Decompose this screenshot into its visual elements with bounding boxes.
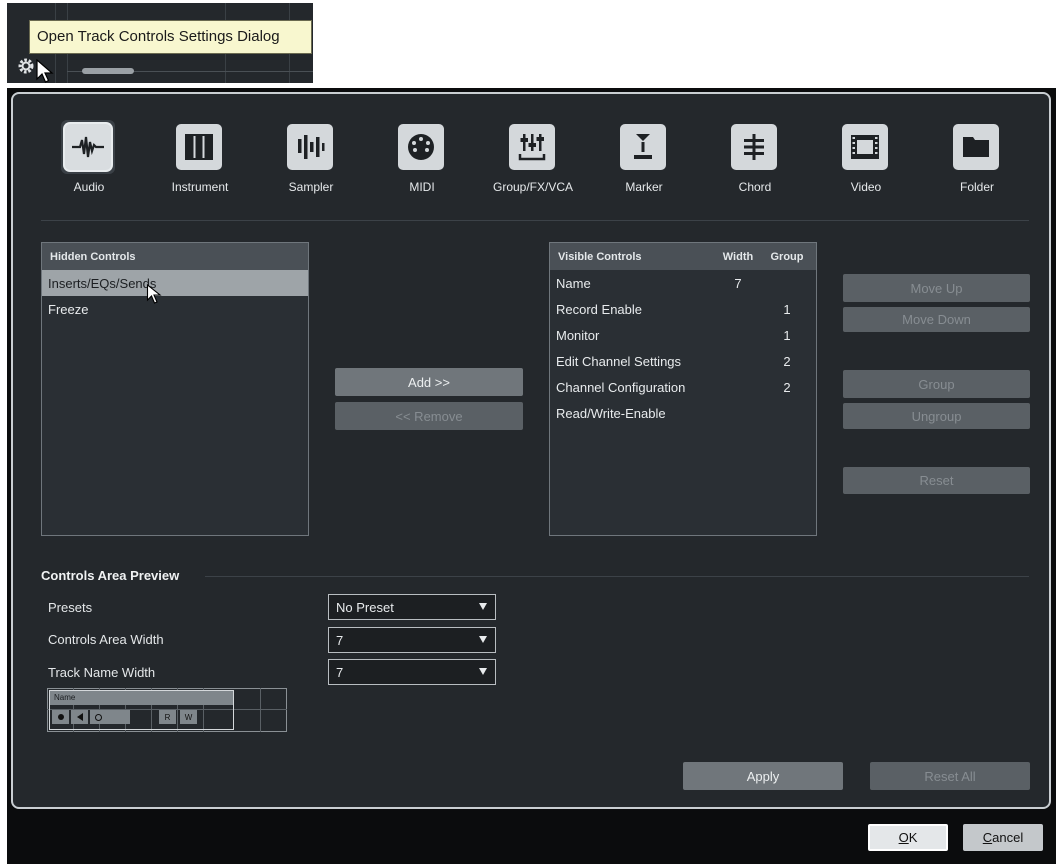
cell-name: Monitor [556, 327, 600, 343]
track-type-label: Instrument [171, 180, 229, 194]
track-type-folder[interactable]: Folder [937, 122, 1017, 202]
preview-section-title: Controls Area Preview [41, 568, 180, 583]
cell-group: 1 [783, 301, 791, 317]
cell-group: 1 [783, 327, 791, 343]
track-list-toolbar: Open Track Controls Settings Dialog [7, 3, 313, 83]
cell-name: Record Enable [556, 301, 642, 317]
table-row[interactable]: Edit Channel Settings 2 [550, 348, 816, 374]
tooltip: Open Track Controls Settings Dialog [29, 20, 312, 54]
reset-all-button[interactable]: Reset All [870, 762, 1030, 790]
move-up-button[interactable]: Move Up [843, 274, 1030, 302]
table-row[interactable]: Read/Write-Enable [550, 400, 816, 426]
track-type-label: Folder [959, 180, 994, 194]
column-header-width: Width [722, 250, 754, 263]
cell-name: Name [556, 275, 591, 291]
track-type-midi[interactable]: MIDI [382, 122, 462, 202]
dialog-footer: OK Cancel [7, 811, 1056, 864]
track-controls-settings-dialog: Audio Instrument Sampler MIDI Group/FX/V [7, 88, 1056, 864]
track-type-label: MIDI [409, 180, 435, 194]
mouse-cursor-icon [146, 284, 162, 304]
chord-icon [731, 124, 777, 170]
folder-icon [953, 124, 999, 170]
list-item[interactable]: Inserts/EQs/Sends [42, 270, 308, 296]
divider [205, 576, 1029, 577]
controls-area-width-label: Controls Area Width [48, 632, 164, 647]
dropdown-arrow-icon [479, 636, 487, 643]
table-row[interactable]: Record Enable 1 [550, 296, 816, 322]
record-icon [52, 710, 69, 724]
track-type-video[interactable]: Video [826, 122, 906, 202]
dropdown-arrow-icon [479, 603, 487, 610]
controls-area-width-value: 7 [336, 632, 344, 648]
track-type-label: Audio [73, 180, 105, 194]
track-type-group-fx-vca[interactable]: Group/FX/VCA [493, 122, 573, 202]
controls-area-preview: Name R W [47, 688, 287, 732]
dropdown-arrow-icon [479, 668, 487, 675]
track-type-marker[interactable]: Marker [604, 122, 684, 202]
audio-waveform-icon [65, 124, 111, 170]
controls-area-width-select[interactable]: 7 [328, 627, 496, 653]
group-button[interactable]: Group [843, 370, 1030, 398]
presets-label: Presets [48, 600, 93, 615]
column-header-name: Visible Controls [558, 250, 642, 263]
cell-group: 2 [783, 379, 791, 395]
gear-icon[interactable] [17, 57, 35, 75]
write-button: W [180, 710, 197, 724]
mixer-faders-icon [509, 124, 555, 170]
table-row[interactable]: Name 7 [550, 270, 816, 296]
table-row[interactable]: Channel Configuration 2 [550, 374, 816, 400]
cell-group: 2 [783, 353, 791, 369]
cell-name: Edit Channel Settings [556, 353, 682, 369]
reset-button[interactable]: Reset [843, 467, 1030, 494]
track-type-audio[interactable]: Audio [49, 120, 129, 202]
presets-value: No Preset [336, 599, 394, 615]
sampler-icon [287, 124, 333, 170]
move-down-button[interactable]: Move Down [843, 307, 1030, 332]
track-name-width-value: 7 [336, 664, 344, 680]
track-name-width-select[interactable]: 7 [328, 659, 496, 685]
track-type-label: Marker [625, 180, 663, 194]
cell-name: Read/Write-Enable [556, 405, 666, 421]
settings-panel: Audio Instrument Sampler MIDI Group/FX/V [11, 92, 1051, 809]
cancel-button[interactable]: Cancel [963, 824, 1043, 851]
cell-name: Channel Configuration [556, 379, 686, 395]
film-icon [842, 124, 888, 170]
track-type-label: Group/FX/VCA [493, 180, 574, 194]
apply-button[interactable]: Apply [683, 762, 843, 790]
preview-name-field: Name [50, 691, 233, 705]
track-name-width-label: Track Name Width [48, 665, 156, 680]
zoom-slider[interactable] [82, 68, 134, 74]
marker-icon [620, 124, 666, 170]
list-item[interactable]: Freeze [42, 296, 308, 322]
remove-button[interactable]: << Remove [335, 402, 523, 430]
track-type-instrument[interactable]: Instrument [160, 122, 240, 202]
track-type-label: Sampler [288, 180, 334, 194]
add-button[interactable]: Add >> [335, 368, 523, 396]
visible-controls-header: Visible Controls Width Group [550, 243, 816, 270]
ungroup-button[interactable]: Ungroup [843, 403, 1030, 429]
table-row[interactable]: Monitor 1 [550, 322, 816, 348]
visible-controls-list[interactable]: Visible Controls Width Group Name 7 Record… [549, 242, 817, 536]
track-type-label: Chord [738, 180, 772, 194]
column-header-group: Group [770, 250, 804, 263]
presets-select[interactable]: No Preset [328, 594, 496, 620]
monitor-icon [71, 710, 88, 724]
track-type-sampler[interactable]: Sampler [271, 122, 351, 202]
hidden-controls-header: Hidden Controls [42, 243, 308, 270]
track-type-label: Video [850, 180, 882, 194]
piano-keys-icon [176, 124, 222, 170]
visible-controls-rows: Name 7 Record Enable 1 Monitor 1 Edit Channel … [550, 270, 816, 426]
ok-button[interactable]: OK [868, 824, 948, 851]
cell-width: 7 [734, 275, 742, 291]
read-button: R [159, 710, 176, 724]
mouse-cursor-icon [36, 59, 54, 83]
edit-channel-icon [90, 710, 130, 724]
midi-connector-icon [398, 124, 444, 170]
hidden-controls-list[interactable]: Hidden Controls Inserts/EQs/Sends Freeze [41, 242, 309, 536]
divider [41, 220, 1029, 221]
track-type-chord[interactable]: Chord [715, 122, 795, 202]
